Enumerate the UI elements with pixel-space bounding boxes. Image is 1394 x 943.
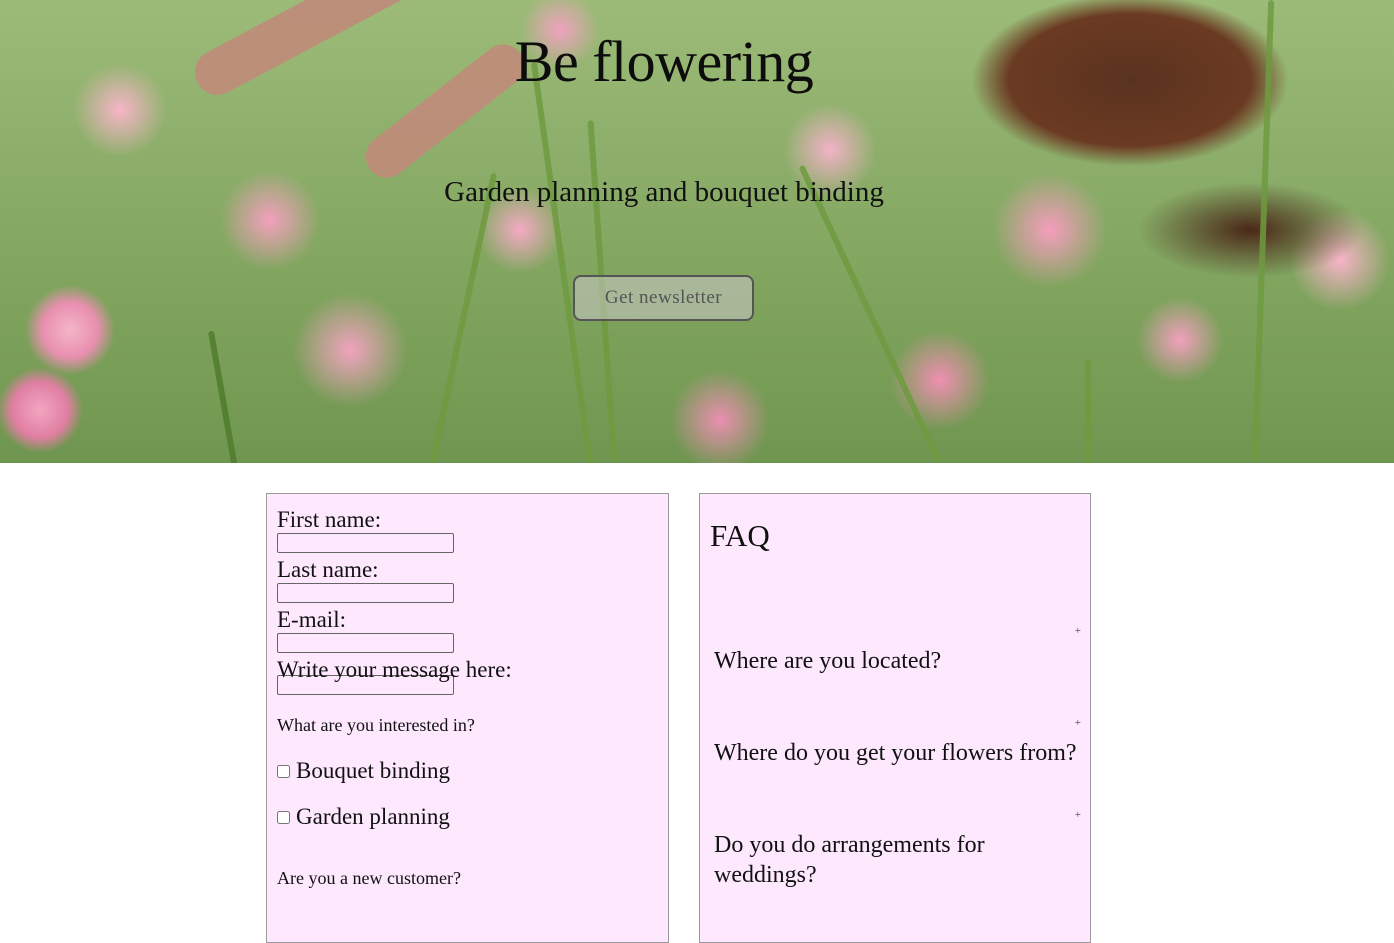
hero-subtitle: Garden planning and bouquet binding [444, 176, 884, 208]
hero-banner: Be flowering Garden planning and bouquet… [0, 0, 1394, 463]
expand-plus-icon[interactable]: + [1075, 809, 1081, 821]
garden-planning-label: Garden planning [296, 804, 450, 829]
bouquet-binding-checkbox[interactable] [277, 764, 290, 778]
flower-stem [530, 61, 596, 463]
faq-question-location[interactable]: Where are you located? [714, 646, 1084, 676]
first-name-label: First name: [277, 507, 382, 532]
faq-title: FAQ [710, 518, 770, 553]
interest-question: What are you interested in? [277, 715, 475, 735]
flower-stem [428, 172, 498, 463]
flower-stem [1085, 360, 1091, 463]
expand-plus-icon[interactable]: + [1075, 717, 1081, 729]
option-garden-planning: Garden planning [277, 804, 658, 830]
flower-stem [207, 330, 239, 463]
get-newsletter-button[interactable]: Get newsletter [573, 275, 754, 321]
contact-form: First name: Last name: E-mail: Write you… [266, 493, 669, 943]
faq-question-weddings[interactable]: Do you do arrangements for weddings? [714, 830, 1014, 890]
option-bouquet-binding: Bouquet binding [277, 758, 658, 784]
email-field[interactable] [277, 633, 454, 653]
last-name-label: Last name: [277, 557, 379, 582]
expand-plus-icon[interactable]: + [1075, 625, 1081, 637]
email-label: E-mail: [277, 607, 346, 632]
hero-title: Be flowering [514, 29, 814, 94]
new-customer-question: Are you a new customer? [277, 868, 461, 888]
faq-question-flower-source[interactable]: Where do you get your flowers from? [714, 738, 1084, 768]
garden-planning-checkbox[interactable] [277, 810, 290, 824]
flower-stem [798, 164, 948, 463]
first-name-field[interactable] [277, 533, 454, 553]
faq-panel: FAQ + Where are you located? + Where do … [699, 493, 1091, 943]
last-name-field[interactable] [277, 583, 454, 603]
bouquet-binding-label: Bouquet binding [296, 758, 450, 783]
message-label: Write your message here: [277, 657, 512, 682]
